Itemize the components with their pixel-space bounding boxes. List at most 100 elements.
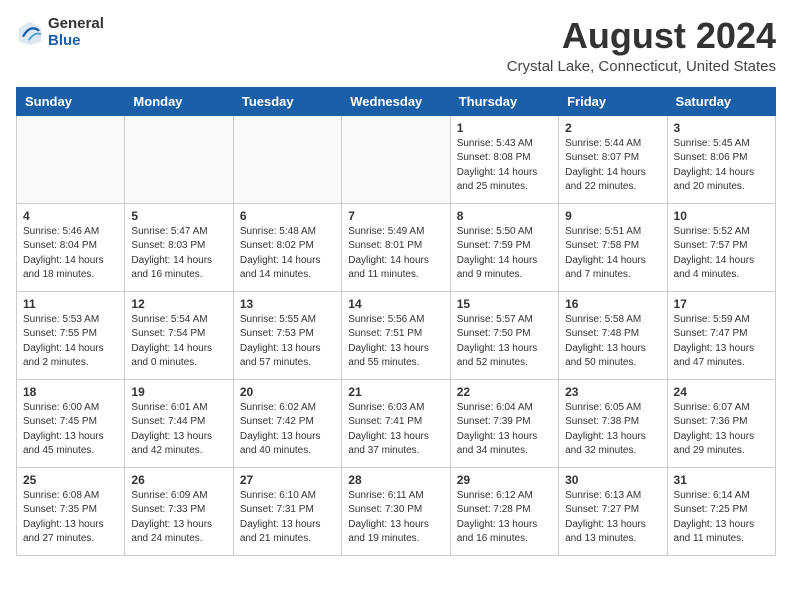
day-info: Sunrise: 5:54 AM Sunset: 7:54 PM Dayligh… [131, 313, 226, 371]
calendar-cell: 4 Sunrise: 5:46 AM Sunset: 8:04 PM Daylig… [17, 203, 125, 291]
calendar-week-5: 25Sunrise: 6:08 AM Sunset: 7:35 PM Dayli… [17, 467, 776, 555]
calendar-cell: 31Sunrise: 6:14 AM Sunset: 7:25 PM Dayli… [667, 467, 775, 555]
day-number: 17 [674, 297, 769, 311]
calendar-cell: 17 Sunrise: 5:59 AM Sunset: 7:47 PM Dayli… [667, 291, 775, 379]
calendar-cell: 28 Sunrise: 6:11 AM Sunset: 7:30 PM Dayli… [342, 467, 450, 555]
day-number: 30 [565, 473, 660, 487]
calendar-cell [17, 115, 125, 203]
day-info: Sunrise: 5:51 AM Sunset: 7:58 PM Dayligh… [565, 225, 660, 283]
calendar-cell: 14 Sunrise: 5:56 AM Sunset: 7:51 PM Dayli… [342, 291, 450, 379]
day-number: 26 [131, 473, 226, 487]
day-number: 19 [131, 385, 226, 399]
day-info: Sunrise: 5:57 AM Sunset: 7:50 PM Dayligh… [457, 313, 552, 371]
calendar-cell: 22 Sunrise: 6:04 AM Sunset: 7:39 PM Dayli… [450, 379, 558, 467]
calendar-cell: 12 Sunrise: 5:54 AM Sunset: 7:54 PM Dayli… [125, 291, 233, 379]
day-info: Sunrise: 6:00 AM Sunset: 7:45 PM Dayligh… [23, 401, 118, 459]
day-info: Sunrise: 5:58 AM Sunset: 7:48 PM Dayligh… [565, 313, 660, 371]
calendar-header-friday: Friday [559, 87, 667, 115]
calendar-cell: 9Sunrise: 5:51 AM Sunset: 7:58 PM Daylig… [559, 203, 667, 291]
day-number: 18 [23, 385, 118, 399]
day-number: 12 [131, 297, 226, 311]
day-info: Sunrise: 5:53 AM Sunset: 7:55 PM Dayligh… [23, 313, 118, 371]
calendar-cell: 8Sunrise: 5:50 AM Sunset: 7:59 PM Daylig… [450, 203, 558, 291]
day-info: Sunrise: 6:12 AM Sunset: 7:28 PM Dayligh… [457, 489, 552, 547]
day-info: Sunrise: 6:01 AM Sunset: 7:44 PM Dayligh… [131, 401, 226, 459]
subtitle: Crystal Lake, Connecticut, United States [507, 58, 776, 75]
main-title: August 2024 [507, 16, 776, 56]
day-info: Sunrise: 6:03 AM Sunset: 7:41 PM Dayligh… [348, 401, 443, 459]
day-info: Sunrise: 6:07 AM Sunset: 7:36 PM Dayligh… [674, 401, 769, 459]
day-info: Sunrise: 6:08 AM Sunset: 7:35 PM Dayligh… [23, 489, 118, 547]
day-number: 14 [348, 297, 443, 311]
calendar-header-saturday: Saturday [667, 87, 775, 115]
day-info: Sunrise: 6:13 AM Sunset: 7:27 PM Dayligh… [565, 489, 660, 547]
calendar-cell: 13 Sunrise: 5:55 AM Sunset: 7:53 PM Dayli… [233, 291, 341, 379]
calendar-cell: 20 Sunrise: 6:02 AM Sunset: 7:42 PM Dayli… [233, 379, 341, 467]
calendar-cell: 24Sunrise: 6:07 AM Sunset: 7:36 PM Dayli… [667, 379, 775, 467]
day-info: Sunrise: 5:43 AM Sunset: 8:08 PM Dayligh… [457, 137, 552, 195]
day-info: Sunrise: 5:44 AM Sunset: 8:07 PM Dayligh… [565, 137, 660, 195]
day-info: Sunrise: 5:48 AM Sunset: 8:02 PM Dayligh… [240, 225, 335, 283]
day-info: Sunrise: 6:05 AM Sunset: 7:38 PM Dayligh… [565, 401, 660, 459]
calendar-week-1: 1 Sunrise: 5:43 AM Sunset: 8:08 PM Daylig… [17, 115, 776, 203]
logo-icon [16, 19, 44, 47]
calendar-header-sunday: Sunday [17, 87, 125, 115]
day-number: 27 [240, 473, 335, 487]
day-number: 21 [348, 385, 443, 399]
calendar-header-tuesday: Tuesday [233, 87, 341, 115]
calendar-week-4: 18 Sunrise: 6:00 AM Sunset: 7:45 PM Dayli… [17, 379, 776, 467]
calendar-header-thursday: Thursday [450, 87, 558, 115]
day-number: 23 [565, 385, 660, 399]
calendar-cell: 25Sunrise: 6:08 AM Sunset: 7:35 PM Dayli… [17, 467, 125, 555]
calendar-cell: 15Sunrise: 5:57 AM Sunset: 7:50 PM Dayli… [450, 291, 558, 379]
day-number: 8 [457, 209, 552, 223]
day-info: Sunrise: 5:56 AM Sunset: 7:51 PM Dayligh… [348, 313, 443, 371]
logo-text: General Blue [48, 16, 104, 49]
calendar-week-2: 4 Sunrise: 5:46 AM Sunset: 8:04 PM Daylig… [17, 203, 776, 291]
day-info: Sunrise: 5:47 AM Sunset: 8:03 PM Dayligh… [131, 225, 226, 283]
day-info: Sunrise: 5:52 AM Sunset: 7:57 PM Dayligh… [674, 225, 769, 283]
title-section: August 2024 Crystal Lake, Connecticut, U… [507, 16, 776, 75]
day-info: Sunrise: 5:59 AM Sunset: 7:47 PM Dayligh… [674, 313, 769, 371]
calendar-cell: 3Sunrise: 5:45 AM Sunset: 8:06 PM Daylig… [667, 115, 775, 203]
calendar-cell: 1 Sunrise: 5:43 AM Sunset: 8:08 PM Daylig… [450, 115, 558, 203]
day-number: 10 [674, 209, 769, 223]
day-number: 5 [131, 209, 226, 223]
day-info: Sunrise: 5:45 AM Sunset: 8:06 PM Dayligh… [674, 137, 769, 195]
calendar-cell [233, 115, 341, 203]
calendar-header-wednesday: Wednesday [342, 87, 450, 115]
calendar-cell: 27Sunrise: 6:10 AM Sunset: 7:31 PM Dayli… [233, 467, 341, 555]
day-info: Sunrise: 5:49 AM Sunset: 8:01 PM Dayligh… [348, 225, 443, 283]
day-number: 4 [23, 209, 118, 223]
calendar-cell: 18 Sunrise: 6:00 AM Sunset: 7:45 PM Dayli… [17, 379, 125, 467]
logo-blue-text: Blue [48, 33, 104, 50]
day-info: Sunrise: 6:02 AM Sunset: 7:42 PM Dayligh… [240, 401, 335, 459]
day-number: 1 [457, 121, 552, 135]
day-number: 29 [457, 473, 552, 487]
logo: General Blue [16, 16, 104, 49]
calendar-cell: 23 Sunrise: 6:05 AM Sunset: 7:38 PM Dayli… [559, 379, 667, 467]
calendar-week-3: 11Sunrise: 5:53 AM Sunset: 7:55 PM Dayli… [17, 291, 776, 379]
day-number: 22 [457, 385, 552, 399]
day-info: Sunrise: 6:04 AM Sunset: 7:39 PM Dayligh… [457, 401, 552, 459]
calendar-cell: 29 Sunrise: 6:12 AM Sunset: 7:28 PM Dayli… [450, 467, 558, 555]
calendar-cell: 7Sunrise: 5:49 AM Sunset: 8:01 PM Daylig… [342, 203, 450, 291]
calendar-cell: 5 Sunrise: 5:47 AM Sunset: 8:03 PM Daylig… [125, 203, 233, 291]
calendar-cell: 19 Sunrise: 6:01 AM Sunset: 7:44 PM Dayli… [125, 379, 233, 467]
day-number: 13 [240, 297, 335, 311]
calendar-header-row: SundayMondayTuesdayWednesdayThursdayFrid… [17, 87, 776, 115]
calendar-cell: 2 Sunrise: 5:44 AM Sunset: 8:07 PM Daylig… [559, 115, 667, 203]
calendar-cell: 6 Sunrise: 5:48 AM Sunset: 8:02 PM Daylig… [233, 203, 341, 291]
day-number: 20 [240, 385, 335, 399]
day-info: Sunrise: 6:09 AM Sunset: 7:33 PM Dayligh… [131, 489, 226, 547]
page-header: General Blue August 2024 Crystal Lake, C… [16, 16, 776, 75]
day-number: 2 [565, 121, 660, 135]
day-number: 6 [240, 209, 335, 223]
calendar-header-monday: Monday [125, 87, 233, 115]
day-number: 28 [348, 473, 443, 487]
day-info: Sunrise: 5:55 AM Sunset: 7:53 PM Dayligh… [240, 313, 335, 371]
day-info: Sunrise: 6:14 AM Sunset: 7:25 PM Dayligh… [674, 489, 769, 547]
day-info: Sunrise: 5:46 AM Sunset: 8:04 PM Dayligh… [23, 225, 118, 283]
day-info: Sunrise: 6:11 AM Sunset: 7:30 PM Dayligh… [348, 489, 443, 547]
calendar-cell [125, 115, 233, 203]
